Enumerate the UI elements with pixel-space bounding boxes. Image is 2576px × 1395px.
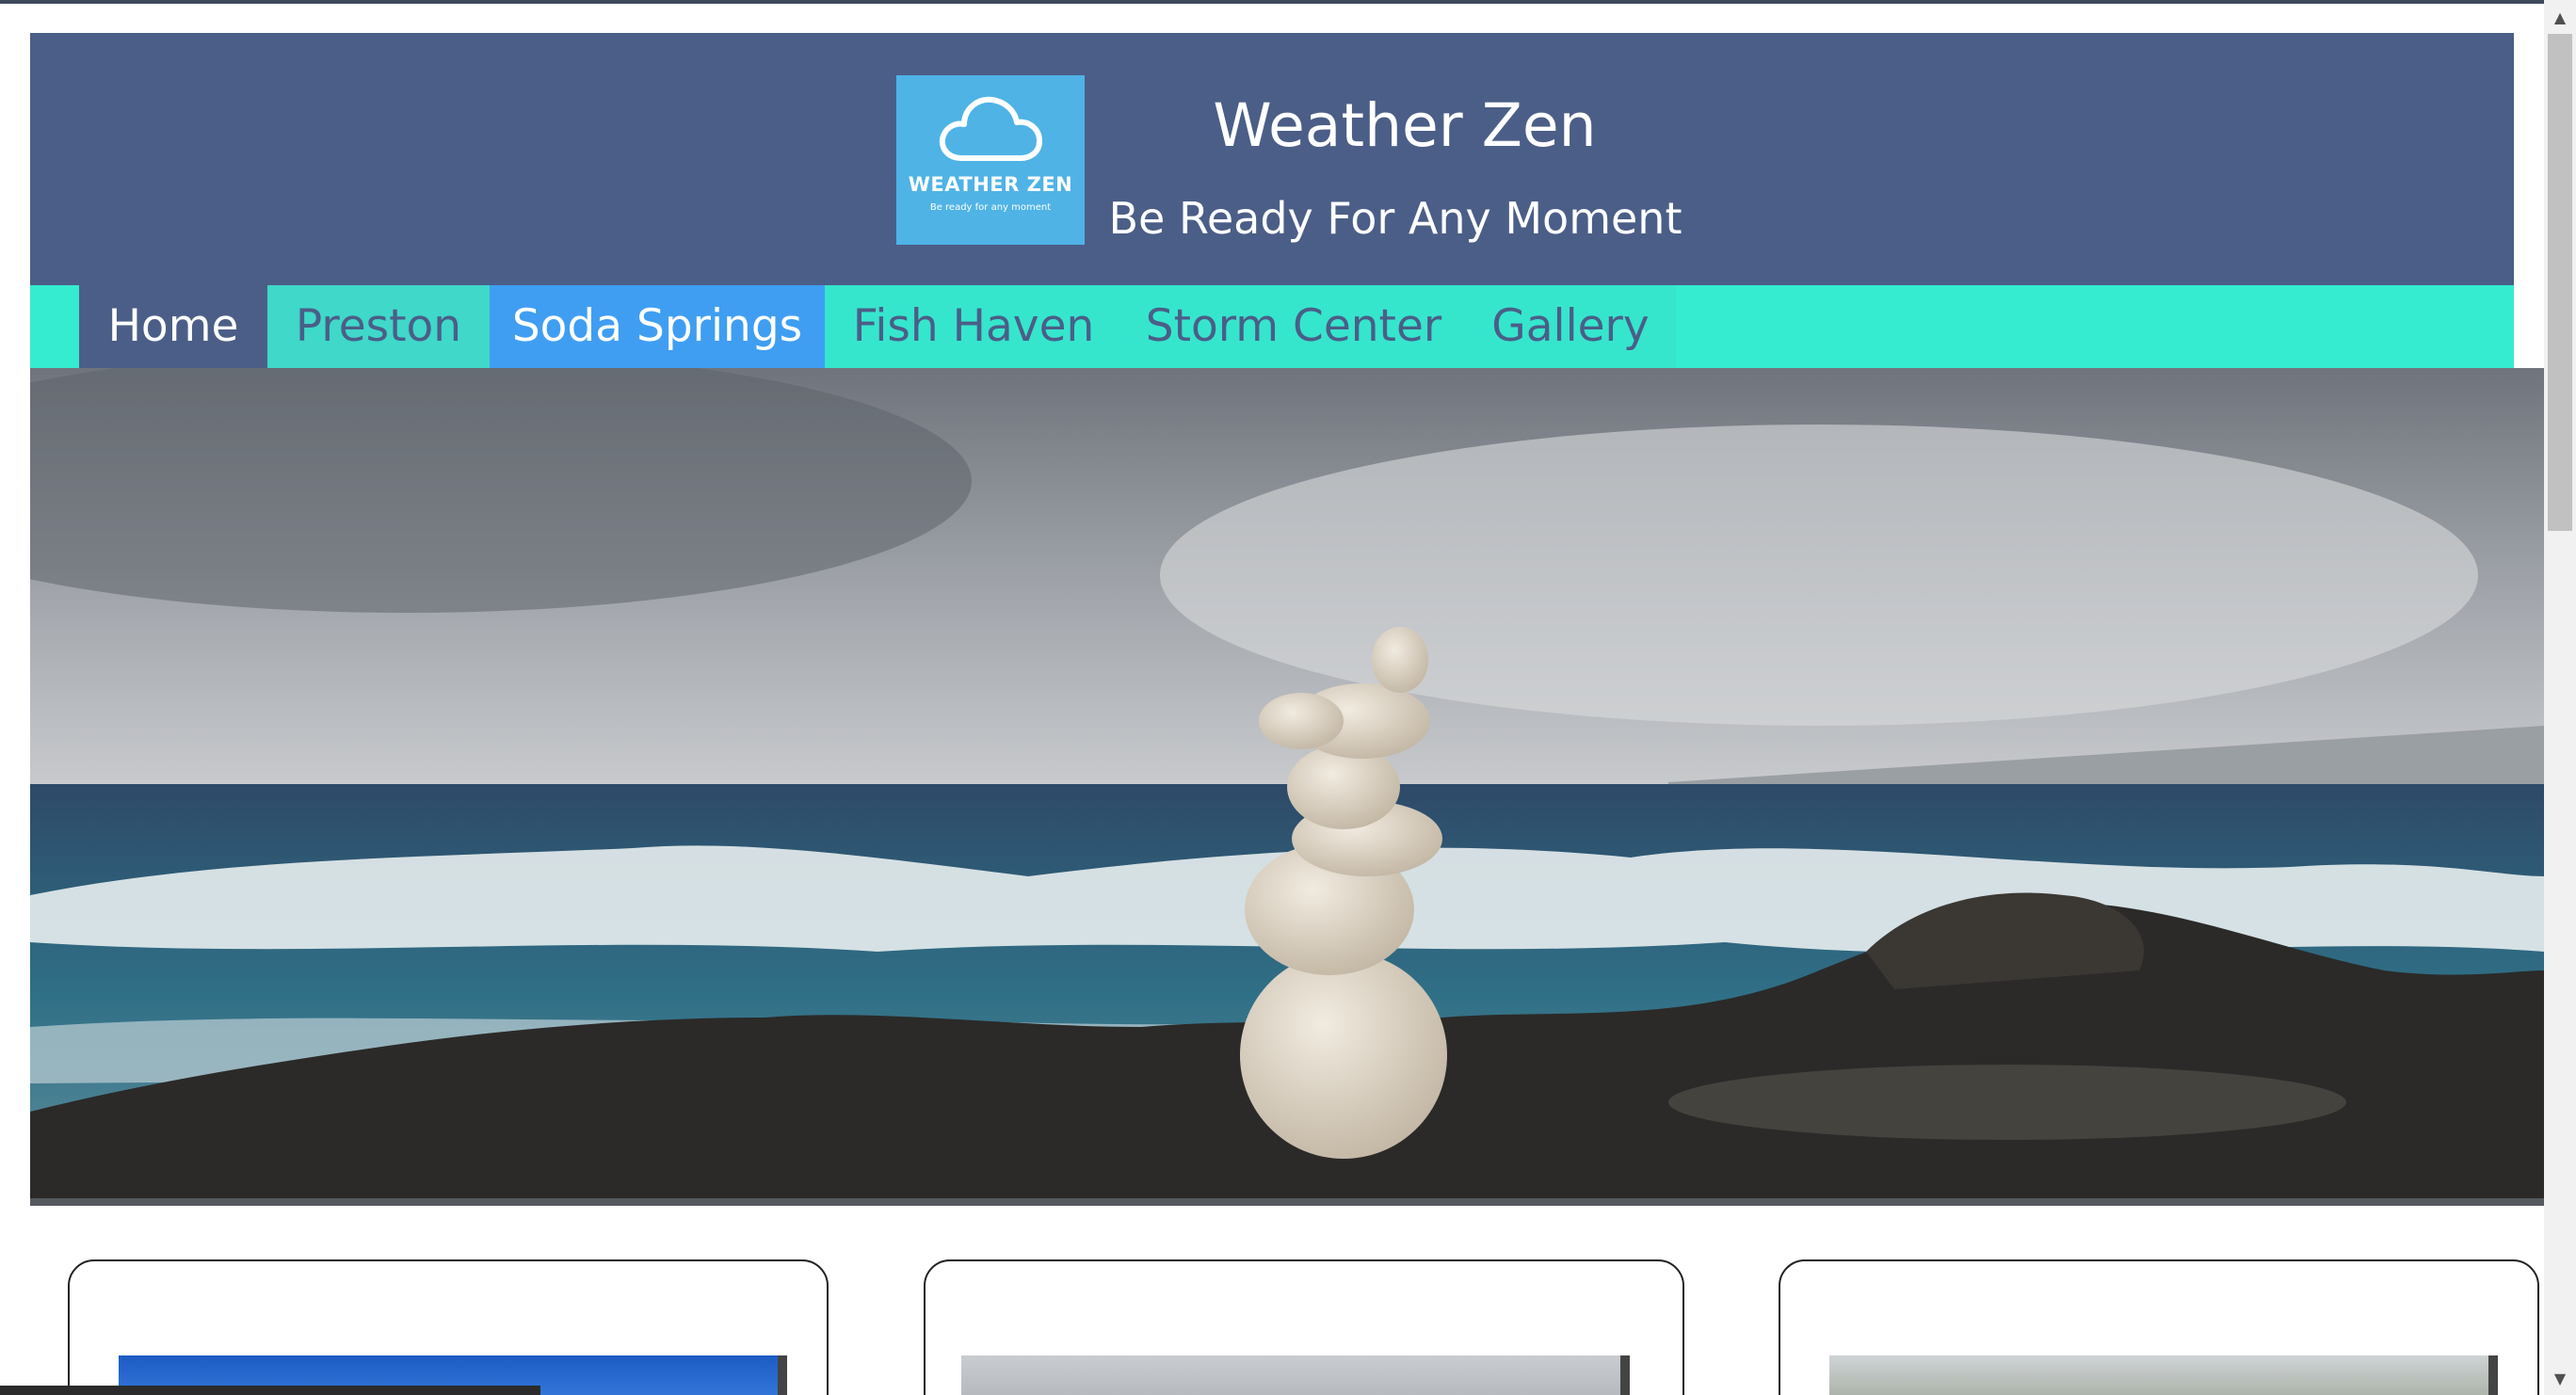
scroll-thumb[interactable] xyxy=(2548,34,2572,531)
nav-preston[interactable]: Preston xyxy=(267,285,490,368)
city-card-fish-haven[interactable] xyxy=(1779,1259,2539,1395)
site-header: WEATHER ZEN Be ready for any moment Weat… xyxy=(30,33,2514,285)
site-title: Weather Zen xyxy=(1213,91,1597,160)
nav-soda-springs[interactable]: Soda Springs xyxy=(490,285,825,368)
nav-fish-haven[interactable]: Fish Haven xyxy=(825,285,1122,368)
card-image xyxy=(1829,1355,2498,1395)
vertical-scrollbar[interactable]: ▲ ▼ xyxy=(2544,0,2576,1395)
logo-tagline: Be ready for any moment xyxy=(929,202,1052,213)
cloud-icon xyxy=(939,96,1042,161)
nav-gallery[interactable]: Gallery xyxy=(1465,285,1676,368)
page: WEATHER ZEN Be ready for any moment Weat… xyxy=(0,0,2576,1395)
main-nav: Home Preston Soda Springs Fish Haven Sto… xyxy=(30,285,2514,368)
city-card-soda-springs[interactable] xyxy=(924,1259,1684,1395)
window-top-border xyxy=(0,0,2576,4)
triangle-down-icon[interactable]: ▼ xyxy=(2544,1365,2576,1393)
hero-image xyxy=(30,368,2544,1206)
card-image xyxy=(961,1355,1630,1395)
triangle-up-icon[interactable]: ▲ xyxy=(2544,4,2576,32)
site-logo[interactable]: WEATHER ZEN Be ready for any moment xyxy=(896,75,1085,245)
nav-storm-center[interactable]: Storm Center xyxy=(1122,285,1465,368)
nav-home[interactable]: Home xyxy=(79,285,267,368)
bottom-edge-bar xyxy=(0,1386,540,1395)
city-card-preston[interactable] xyxy=(68,1259,829,1395)
site-tagline: Be Ready For Any Moment xyxy=(1108,193,1682,244)
logo-title: WEATHER ZEN xyxy=(908,173,1073,196)
